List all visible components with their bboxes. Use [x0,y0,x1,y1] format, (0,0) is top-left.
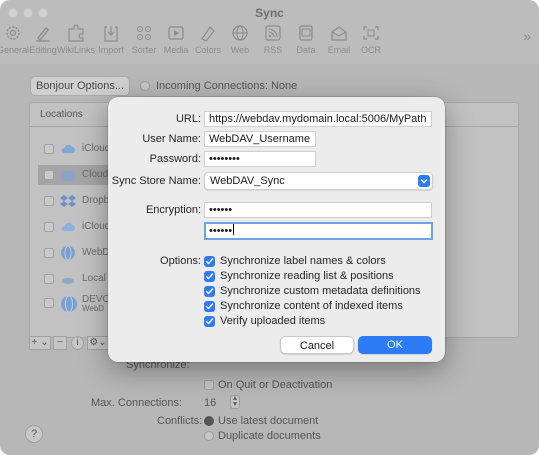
ocr-icon [363,26,379,40]
password-label: Password: [149,153,201,165]
location-row[interactable]: Local [38,269,110,289]
bonjour-options-button[interactable]: Bonjour Options... [30,76,130,96]
sync-store-name-value: WebDAV_Sync [210,175,285,187]
use-latest-radio[interactable] [204,416,214,426]
option-label: Synchronize custom metadata definitions [220,285,421,297]
sync-store-name-popup[interactable]: WebDAV_Sync [204,172,433,190]
location-row[interactable]: Dropb [38,191,110,211]
title-bar: Sync General Editing WikiLinks Import So… [0,0,539,64]
encryption-label: Encryption: [145,204,201,216]
password-field[interactable]: •••••••• [204,151,316,167]
location-name: iCloud [82,143,111,154]
incoming-status-indicator [140,81,150,91]
pen-icon [36,27,50,42]
encryption-confirm-field[interactable]: •••••• [204,222,433,240]
info-button[interactable]: i [71,336,84,350]
duplicate-documents-radio[interactable] [204,431,214,441]
conflicts-label: Conflicts: [157,415,203,427]
colors-icon [201,26,215,42]
encryption-confirm-value: •••••• [209,225,233,237]
help-button[interactable]: ? [25,425,43,443]
location-checkbox[interactable] [44,196,54,206]
max-connections-stepper[interactable]: ▲ ▼ [230,395,240,409]
remove-location-button[interactable]: − [53,336,67,350]
gear-icon [6,26,20,40]
checkbox-checked-icon[interactable] [204,301,215,312]
email-icon [331,26,347,41]
media-icon [168,26,184,40]
option-label: Synchronize content of indexed items [220,300,403,312]
location-row-selected[interactable]: Cloud [38,165,114,185]
location-name: Cloud [82,169,109,180]
location-name: Dropb [82,195,110,206]
local-disk-icon [60,271,76,287]
option-label: Synchronize reading list & positions [220,270,394,282]
checkbox-checked-icon[interactable] [204,271,215,282]
toolbar-ocr[interactable]: OCR [349,24,393,60]
location-name: Local [82,273,106,284]
username-field[interactable]: WebDAV_Username [204,131,316,147]
location-row[interactable]: iCloud [38,217,110,237]
dropbox-icon [60,193,76,209]
locations-column-header: Locations [40,109,83,120]
globe-icon [232,25,248,41]
location-subtitle: WebD [82,304,105,313]
toolbar-label: OCR [361,45,381,55]
duplicate-documents-label: Duplicate documents [218,430,321,442]
location-name: WebD [82,247,110,258]
location-checkbox[interactable] [44,170,54,180]
location-name: iCloud [82,221,111,232]
add-location-button[interactable]: + ⌄ [29,336,51,350]
sync-store-name-label: Sync Store Name: [111,175,201,187]
location-checkbox[interactable] [44,222,54,232]
import-icon [104,26,118,42]
checkbox-checked-icon[interactable] [204,286,215,297]
locations-toolbar: + ⌄ − i ⚙⌄ [29,336,119,350]
devonthink-globe-icon [60,295,78,313]
checkbox-checked-icon[interactable] [204,256,215,267]
sorter-icon [136,25,152,41]
option-label: Synchronize label names & colors [220,255,386,267]
options-label: Options: [160,255,201,267]
location-row[interactable]: iCloud [38,139,110,159]
use-latest-label: Use latest document [218,415,319,427]
cloud-icon [60,167,76,183]
location-row[interactable]: WebD [38,243,110,263]
webdav-globe-icon [60,245,76,261]
on-quit-checkbox[interactable] [204,380,214,390]
chevron-down-icon [418,175,430,187]
option-label: Verify uploaded items [220,315,326,327]
icloud-icon [60,141,76,157]
sync-preferences-window: Sync General Editing WikiLinks Import So… [0,0,539,455]
puzzle-icon [68,24,84,42]
url-label: URL: [175,113,201,125]
max-connections-label: Max. Connections: [91,397,183,409]
text-caret [233,224,235,235]
encryption-field[interactable]: •••••• [204,202,432,218]
toolbar-overflow-button[interactable]: » [523,28,531,44]
username-label: User Name: [142,133,201,145]
location-checkbox[interactable] [44,274,54,284]
on-quit-label: On Quit or Deactivation [218,379,333,391]
data-icon [299,25,313,41]
icloud-icon [60,219,76,235]
location-checkbox[interactable] [44,248,54,258]
window-title: Sync [255,6,284,20]
action-menu-button[interactable]: ⚙⌄ [87,336,109,350]
cancel-button[interactable]: Cancel [280,336,354,354]
location-checkbox[interactable] [44,144,54,154]
location-checkbox[interactable] [44,298,54,308]
incoming-connections-label: Incoming Connections: None [156,80,298,92]
max-connections-value[interactable]: 16 [204,397,216,409]
ok-button[interactable]: OK [358,336,432,354]
webdav-settings-sheet: URL: https://webdav.mydomain.local:5006/… [108,97,445,362]
url-field[interactable]: https://webdav.mydomain.local:5006/MyPat… [204,111,432,127]
rss-icon [265,25,281,41]
checkbox-checked-icon[interactable] [204,316,215,327]
location-row[interactable]: DEVO WebD [38,293,110,317]
